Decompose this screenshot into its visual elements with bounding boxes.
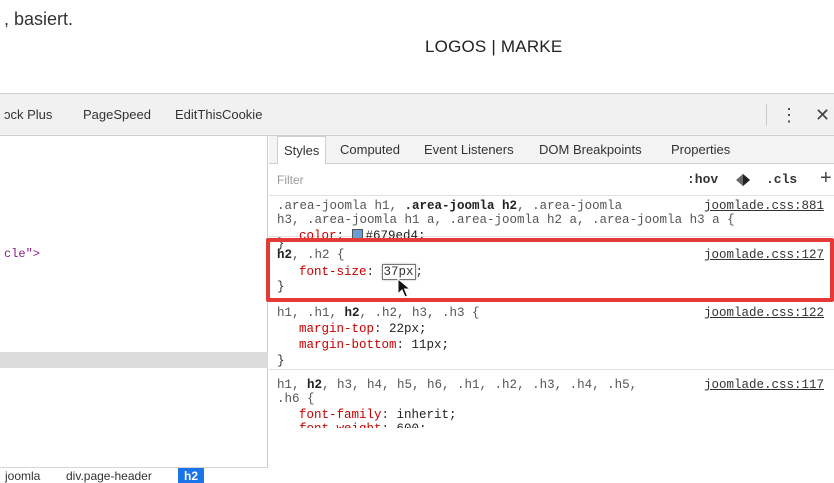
breadcrumb-item-joomla[interactable]: joomla	[5, 469, 40, 483]
new-style-rule-icon[interactable]: +	[820, 167, 832, 190]
rule-source-link[interactable]: joomlade.css:881	[704, 199, 824, 213]
style-rule-area-joomla: .area-joomla h1, .area-joomla h2, .area-…	[269, 197, 834, 243]
rule-selector-line-1[interactable]: .area-joomla h1, .area-joomla h2, .area-…	[277, 199, 622, 213]
extension-item-block-plus[interactable]: ɔck Plus	[4, 107, 52, 122]
page-partial-text: , basiert.	[4, 9, 74, 29]
extension-item-editthiscookie[interactable]: EditThisCookie	[175, 107, 262, 122]
toolbar-divider	[766, 104, 767, 126]
breadcrumb: joomla div.page-header h2	[0, 467, 268, 483]
rule-selector-line-2[interactable]: h3, .area-joomla h1 a, .area-joomla h2 a…	[277, 213, 735, 227]
class-toggle[interactable]: .cls	[766, 172, 797, 187]
rule-selector-line-2[interactable]: .h6 {	[277, 392, 315, 406]
style-rule-headings-font: h1, h2, h3, h4, h5, h6, .h1, .h2, .h3, .…	[269, 372, 834, 483]
tab-styles[interactable]: Styles	[277, 136, 327, 165]
style-rule-h2: h2, .h2 { joomlade.css:127 font-size: 37…	[269, 242, 834, 300]
toggle-element-state-icon[interactable]	[735, 173, 751, 187]
close-icon[interactable]: ✕	[815, 103, 834, 127]
rule-source-link[interactable]: joomlade.css:117	[704, 378, 824, 392]
page-preview: , basiert. LOGOS | MARKE	[0, 0, 834, 94]
tab-dom-breakpoints[interactable]: DOM Breakpoints	[539, 136, 642, 164]
rule-closing-brace: }	[277, 354, 285, 368]
style-rule-headings-margin: h1, .h1, h2, .h2, h3, .h3 { joomlade.css…	[269, 302, 834, 370]
styles-pane: Styles Computed Event Listeners DOM Brea…	[269, 136, 834, 483]
filter-input[interactable]	[277, 171, 657, 189]
rule-closing-brace: }	[277, 280, 285, 294]
tab-computed[interactable]: Computed	[340, 136, 400, 164]
selected-element-row[interactable]	[0, 352, 268, 368]
breadcrumb-item-h2[interactable]: h2	[178, 468, 205, 483]
extension-item-pagespeed[interactable]: PageSpeed	[83, 107, 151, 122]
hover-state-toggle[interactable]: :hov	[687, 172, 718, 187]
rule-source-link[interactable]: joomlade.css:122	[704, 306, 824, 320]
rule-source-link[interactable]: joomlade.css:127	[704, 248, 824, 262]
tab-event-listeners[interactable]: Event Listeners	[424, 136, 514, 164]
page-logo-text: LOGOS | MARKE	[425, 37, 563, 56]
elements-panel: cle"> joomla div.page-header h2	[0, 136, 268, 483]
element-line-fragment[interactable]: cle">	[4, 247, 40, 261]
rule-selector-line[interactable]: h1, .h1, h2, .h2, h3, .h3 {	[277, 306, 480, 320]
rule-selector-line[interactable]: h2, .h2 {	[277, 248, 345, 262]
tab-properties[interactable]: Properties	[671, 136, 730, 164]
filter-row: :hov .cls +	[269, 164, 834, 196]
css-property-font-weight[interactable]: font-weight: 600;	[299, 422, 427, 428]
css-property-margin-bottom[interactable]: margin-bottom: 11px;	[299, 338, 449, 352]
more-options-icon[interactable]: ⋮	[780, 103, 798, 127]
breadcrumb-item-page-header[interactable]: div.page-header	[66, 469, 152, 483]
css-property-margin-top[interactable]: margin-top: 22px;	[299, 322, 427, 336]
css-property-color[interactable]: color: #679ed4;	[299, 229, 426, 243]
extensions-bar: ɔck Plus PageSpeed EditThisCookie ⋮ ✕	[0, 94, 834, 136]
sidebar-tabs: Styles Computed Event Listeners DOM Brea…	[269, 136, 834, 165]
css-property-font-family[interactable]: font-family: inherit;	[299, 408, 457, 422]
mouse-cursor-icon	[397, 278, 411, 298]
rule-selector-line-1[interactable]: h1, h2, h3, h4, h5, h6, .h1, .h2, .h3, .…	[277, 378, 637, 392]
color-swatch[interactable]	[351, 229, 363, 240]
